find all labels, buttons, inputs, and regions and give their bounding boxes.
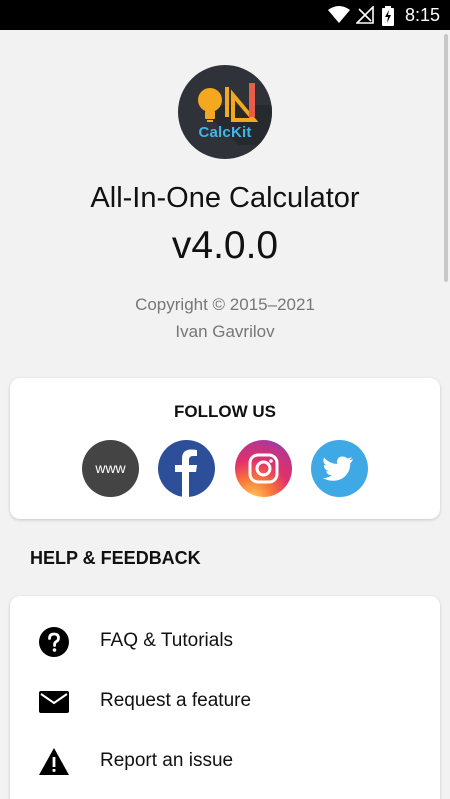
- wifi-icon: [328, 6, 350, 23]
- status-bar: 8:15: [0, 0, 450, 30]
- app-name: All-In-One Calculator: [90, 182, 360, 214]
- follow-us-title: FOLLOW US: [174, 402, 276, 421]
- faq-tutorials-label: FAQ & Tutorials: [100, 630, 234, 651]
- instagram-icon: [248, 453, 279, 484]
- help-circle-icon: [39, 627, 69, 657]
- logo-text: CalcKit: [198, 124, 252, 141]
- app-version: v4.0.0: [171, 224, 279, 267]
- copyright-text: Copyright © 2015–2021: [135, 295, 315, 314]
- instagram-button[interactable]: [235, 440, 292, 497]
- battery-charging-icon: [382, 6, 394, 26]
- website-label: www: [95, 460, 126, 476]
- request-feature-item[interactable]: Request a feature: [10, 676, 440, 726]
- follow-us-card: FOLLOW US www: [10, 378, 440, 519]
- facebook-icon: [175, 449, 197, 497]
- report-issue-label: Report an issue: [100, 750, 234, 771]
- website-button[interactable]: www: [82, 440, 139, 497]
- warning-icon: [39, 748, 69, 775]
- twitter-button[interactable]: [311, 440, 368, 497]
- twitter-icon: [323, 456, 353, 481]
- request-feature-label: Request a feature: [100, 690, 252, 711]
- app-logo: CalcKit: [178, 65, 272, 159]
- no-signal-icon: [356, 6, 374, 24]
- report-issue-item[interactable]: Report an issue: [10, 736, 440, 786]
- help-feedback-card: FAQ & Tutorials Request a feature Report…: [10, 596, 440, 799]
- help-feedback-header: HELP & FEEDBACK: [30, 548, 201, 568]
- mail-icon: [39, 691, 69, 713]
- calckit-logo-graphic: [198, 83, 272, 145]
- author-name: Ivan Gavrilov: [175, 322, 275, 341]
- faq-tutorials-item[interactable]: FAQ & Tutorials: [10, 616, 440, 666]
- status-time: 8:15: [404, 5, 440, 25]
- facebook-button[interactable]: [158, 440, 215, 497]
